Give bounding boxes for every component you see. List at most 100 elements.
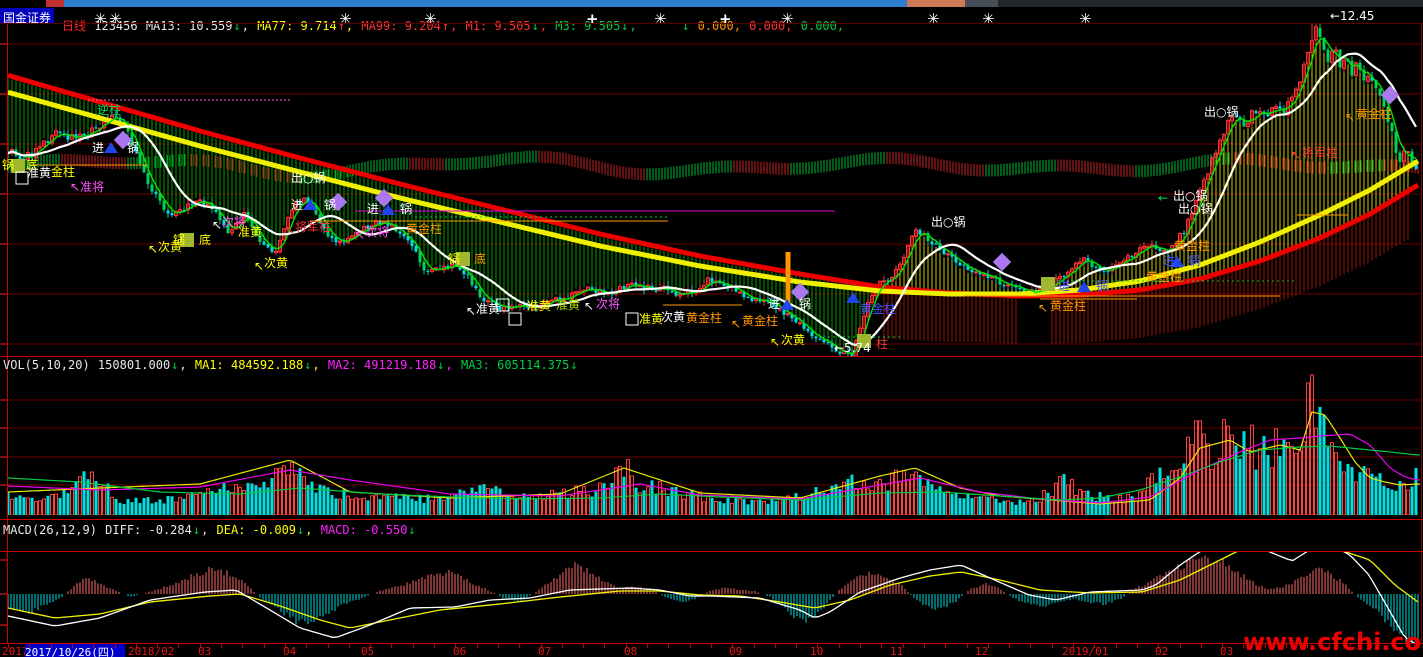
annotation-label: ↖: [731, 317, 742, 331]
axis-tick: [391, 644, 393, 648]
axis-tick: [1030, 644, 1032, 648]
annotation-label: ↖: [466, 304, 477, 318]
axis-tick: [710, 644, 712, 648]
axis-tick: [519, 644, 521, 648]
annotation-label: ↖: [355, 228, 366, 242]
annotation-label: 次黄: [264, 256, 289, 270]
trading-terminal: 国金证券 日线 123456 MA13: 10.559↓, MA77: 9.71…: [0, 0, 1423, 657]
annotation-label: 锅: [1096, 279, 1109, 293]
annotation-label: 出○锅: [1204, 105, 1239, 119]
axis-tick: [1115, 644, 1117, 648]
indicator-value: MA2: 491219.188: [327, 358, 437, 372]
indicator-value: ,: [445, 358, 460, 372]
axis-tick: [966, 644, 968, 648]
indicator-value: ↓: [570, 358, 578, 372]
date-axis: 2017 2017/10/26(四) 2018/02 03 04 05 06 07 08 09…: [0, 644, 1423, 657]
indicator-value: ↓: [171, 358, 179, 372]
annotation-label: ←5.74: [834, 341, 871, 355]
annotation-label: ↖准将: [70, 180, 105, 194]
axis-tick: [348, 644, 350, 648]
axis-month-label: 04: [283, 645, 297, 657]
macd-header: MACD(26,12,9) DIFF: -0.284↓, DEA: -0.009…: [3, 523, 417, 537]
annotation-label: ↖: [584, 299, 595, 313]
annotation-label: 锅: [173, 233, 186, 247]
axis-tick: [583, 644, 585, 648]
axis-tick: [774, 644, 776, 648]
axis-tick: [242, 644, 244, 648]
axis-tick: [1136, 644, 1138, 648]
axis-tick: [647, 644, 648, 648]
axis-month-label: 03: [198, 645, 212, 657]
annotation-label: ↖: [1038, 301, 1049, 315]
annotation-label: 准黄: [238, 225, 263, 239]
axis-tick: [753, 644, 755, 648]
annotation-label: 锅: [400, 202, 413, 216]
axis-month-label: 07: [538, 645, 552, 657]
axis-tick: [923, 644, 925, 648]
annotation-label: 进: [92, 141, 105, 155]
annotation-label: 准黄: [476, 302, 501, 316]
annotation-label: 次黄: [661, 310, 686, 324]
annotation-label: ↖: [1291, 148, 1302, 162]
annotation-label: 进: [291, 198, 304, 212]
annotation-label: 锅: [1188, 254, 1201, 268]
axis-month-label: 12: [975, 645, 989, 657]
annotation-label: 黄金柱: [686, 311, 723, 325]
annotation-label: 进: [1163, 254, 1176, 268]
annotation-label: 出○锅: [291, 171, 326, 185]
annotation-label: 将军柱: [1302, 146, 1339, 160]
annotation-label: ↖: [770, 335, 781, 349]
annotation-label: 黄金柱: [1050, 299, 1087, 313]
volume-header: VOL(5,10,20) 150801.000↓, MA1: 484592.18…: [3, 358, 579, 372]
annotation-label: 出○锅: [1178, 202, 1213, 216]
axis-month-label: 06: [453, 645, 467, 657]
axis-month-label: 03: [1220, 645, 1234, 657]
volume-panel: [8, 374, 1421, 515]
indicator-value: ↓: [192, 523, 201, 537]
indicator-value: MA1: 484592.188: [194, 358, 304, 372]
axis-tick: [497, 644, 499, 648]
annotation-label: 进: [768, 297, 781, 311]
axis-tick: [561, 644, 563, 648]
indicator-value: ,: [201, 523, 216, 537]
annotation-label: 准黄: [27, 166, 52, 180]
indicator-value: DIFF: -0.284: [105, 523, 192, 537]
annotation-label: 锅: [2, 158, 15, 172]
indicator-value: ,: [305, 523, 320, 537]
indicator-value: 150801.000: [97, 358, 171, 372]
axis-tick: [327, 644, 329, 648]
axis-tick: [178, 644, 180, 648]
axis-tick: [93, 644, 95, 648]
axis-tick: [689, 644, 691, 648]
annotation-label: ↖: [254, 259, 265, 273]
indicator-value: MACD(26,12,9): [3, 523, 105, 537]
indicator-value: ,: [312, 358, 327, 372]
axis-tick: [263, 644, 265, 648]
annotation-label: 锅: [799, 297, 812, 311]
axis-tick: [306, 644, 308, 648]
annotation-label: 底: [474, 252, 487, 266]
macd-panel: [8, 552, 1419, 643]
axis-tick: [434, 644, 435, 648]
chart-canvas[interactable]: [0, 0, 1423, 657]
axis-tick: [860, 644, 861, 648]
axis-tick: [604, 644, 606, 648]
axis-tick: [1009, 644, 1011, 648]
annotation-label: 出○锅: [931, 215, 966, 229]
indicator-value: VOL(5,10,20): [3, 358, 97, 372]
indicator-value: MA3: 605114.375: [460, 358, 570, 372]
annotation-label: 柱: [876, 337, 889, 351]
annotation-label: 次将: [596, 297, 621, 311]
watermark: www.cfchi.com: [1243, 628, 1423, 656]
indicator-value: ,: [179, 358, 194, 372]
annotation-label: ↖: [212, 218, 223, 232]
axis-tick: [476, 644, 478, 648]
annotation-label: ↖: [148, 242, 159, 256]
annotation-label: 准黄: [527, 299, 552, 313]
axis-tick: [50, 644, 52, 648]
box-icon: [625, 312, 639, 326]
axis-month-label: 2018/02: [128, 645, 175, 657]
indicator-value: DEA: -0.009: [216, 523, 297, 537]
indicator-value: ↓: [408, 523, 416, 537]
annotation-label: 进: [367, 202, 380, 216]
